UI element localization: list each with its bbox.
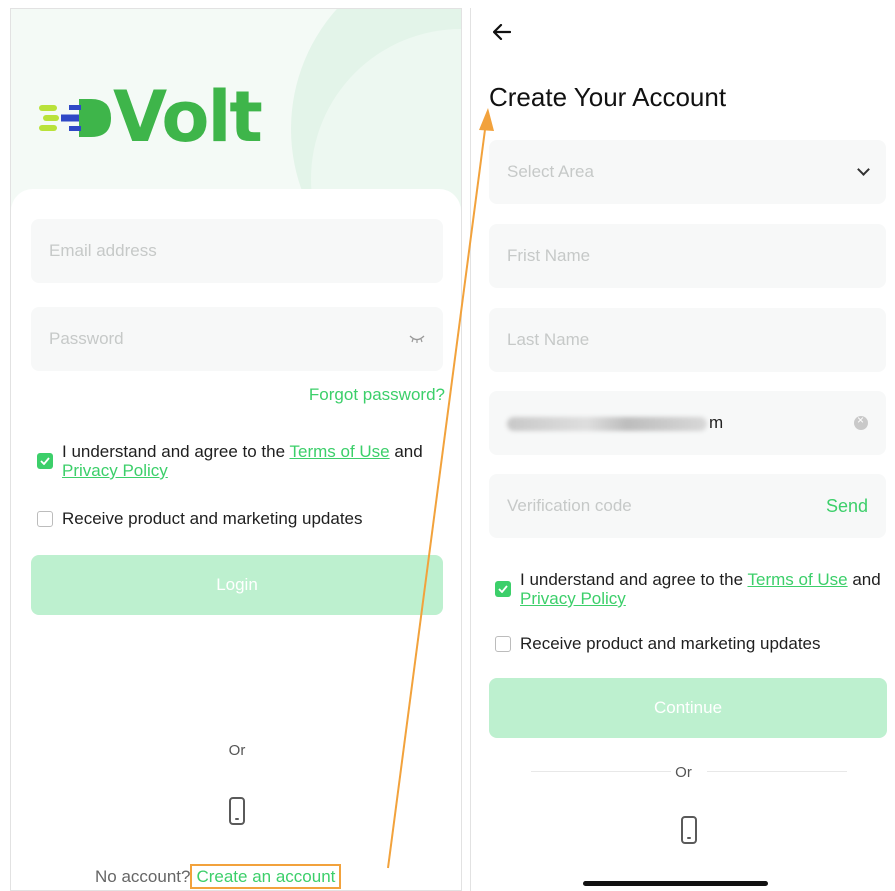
last-name-placeholder: Last Name [507,330,590,349]
or-divider: Or [675,764,692,781]
terms-of-use-link[interactable]: Terms of Use [289,442,389,461]
marketing-label: Receive product and marketing updates [62,509,363,528]
verification-placeholder: Verification code [507,496,632,515]
marketing-label: Receive product and marketing updates [520,634,821,653]
email-field[interactable]: Email address [31,219,443,283]
forgot-password-link[interactable]: Forgot password? [309,385,445,405]
privacy-policy-link[interactable]: Privacy Policy [520,589,626,608]
terms-checkbox[interactable] [495,581,511,597]
terms-of-use-link[interactable]: Terms of Use [747,570,847,589]
continue-button[interactable]: Continue [489,678,887,738]
first-name-field[interactable]: Frist Name [489,224,886,288]
volt-logo: Volt [39,76,263,158]
chevron-down-icon [857,162,870,176]
signup-screen: Create Your Account Select Area Frist Na… [470,8,895,891]
checkmark-icon [40,457,50,465]
terms-row: I understand and agree to the Terms of U… [37,442,437,480]
logo-wordmark: Volt [113,76,263,158]
marketing-row: Receive product and marketing updates [37,509,363,528]
plug-icon [39,99,111,137]
email-field[interactable]: m [489,391,886,455]
send-code-button[interactable]: Send [826,496,868,517]
create-account-link[interactable]: Create an account [190,864,342,889]
phone-login-icon[interactable] [229,797,245,825]
or-divider: Or [228,742,246,759]
page-title: Create Your Account [489,82,727,112]
area-placeholder: Select Area [507,162,594,181]
terms-and: and [389,442,423,461]
first-name-placeholder: Frist Name [507,246,591,265]
terms-row: I understand and agree to the Terms of U… [495,570,890,608]
terms-prefix: I understand and agree to the [520,570,748,589]
marketing-checkbox[interactable] [37,511,53,527]
redacted-email [507,416,707,431]
privacy-policy-link[interactable]: Privacy Policy [62,461,168,480]
terms-prefix: I understand and agree to the [62,442,290,461]
email-placeholder: Email address [49,241,157,260]
eye-closed-icon[interactable] [409,335,425,343]
password-field[interactable]: Password [31,307,443,371]
email-suffix: m [709,413,724,432]
login-card: Email address Password Forgot password? … [11,189,461,890]
arrow-left-icon[interactable] [492,20,512,46]
back-arrow-glyph [492,23,512,41]
login-button[interactable]: Login [31,555,443,615]
terms-text: I understand and agree to the Terms of U… [520,570,890,608]
terms-and: and [847,570,881,589]
checkmark-icon [498,585,508,593]
terms-checkbox[interactable] [37,453,53,469]
password-placeholder: Password [49,329,124,348]
last-name-field[interactable]: Last Name [489,308,886,372]
email-value: m [507,413,854,433]
terms-text: I understand and agree to the Terms of U… [62,442,437,480]
verification-code-field[interactable]: Verification code Send [489,474,886,538]
marketing-row: Receive product and marketing updates [495,634,821,653]
marketing-checkbox[interactable] [495,636,511,652]
no-account-text: No account? [95,867,191,886]
signup-prompt: No account? Create an account [95,864,342,889]
phone-signup-icon[interactable] [681,816,697,844]
login-screen: Volt Email address Password Forgot passw… [10,8,462,891]
area-select[interactable]: Select Area [489,140,886,204]
home-indicator [583,881,768,886]
clear-input-icon[interactable] [854,413,868,430]
